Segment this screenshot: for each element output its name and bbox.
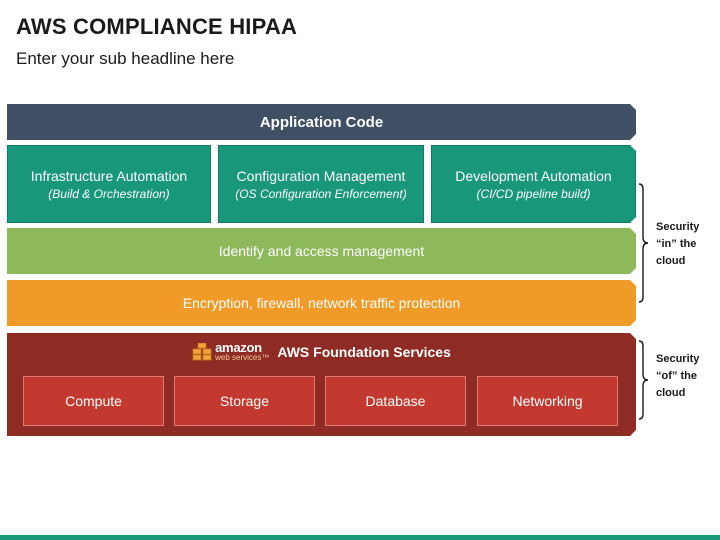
brace-of-cloud: [638, 340, 649, 420]
identity-access-layer: Identify and access management: [7, 228, 636, 274]
security-of-cloud-label: Security “of” the cloud: [656, 351, 699, 402]
amazon-web-services-logo: amazon web services™: [192, 341, 269, 362]
infrastructure-automation-box: Infrastructure Automation (Build & Orche…: [7, 145, 211, 223]
label-line: Security: [656, 353, 700, 365]
page-subtitle: Enter your sub headline here: [16, 49, 235, 68]
box-subtitle: (Build & Orchestration): [48, 186, 170, 201]
brace-in-cloud: [638, 183, 649, 303]
security-in-cloud-label: Security “in” the cloud: [656, 219, 699, 270]
foundation-header: amazon web services™ AWS Foundation Serv…: [7, 341, 636, 362]
configuration-management-box: Configuration Management (OS Configurati…: [218, 145, 424, 223]
box-title: Configuration Management: [236, 167, 406, 184]
label-line: cloud: [656, 387, 686, 399]
label-line: cloud: [656, 255, 686, 267]
foundation-title: AWS Foundation Services: [277, 343, 451, 360]
box-subtitle: (CI/CD pipeline build): [476, 186, 591, 201]
development-automation-box: Development Automation (CI/CD pipeline b…: [431, 145, 636, 223]
footer-accent-bar: [0, 535, 720, 540]
label-line: Security: [656, 221, 700, 233]
logo-subword: web services™: [215, 353, 270, 362]
label-line: “in” the: [656, 238, 697, 250]
aws-foundation-layer: amazon web services™ AWS Foundation Serv…: [7, 333, 636, 436]
encryption-layer: Encryption, firewall, network traffic pr…: [7, 280, 636, 326]
aws-cubes-icon: [192, 343, 212, 361]
box-subtitle: (OS Configuration Enforcement): [235, 186, 407, 201]
service-compute: Compute: [23, 376, 164, 426]
box-title: Infrastructure Automation: [30, 167, 188, 184]
service-database: Database: [325, 376, 466, 426]
service-networking: Networking: [477, 376, 618, 426]
application-code-layer: Application Code: [7, 104, 636, 140]
page-title: AWS COMPLIANCE HIPAA: [16, 14, 298, 39]
service-storage: Storage: [174, 376, 315, 426]
label-line: “of” the: [656, 370, 697, 382]
box-title: Development Automation: [455, 167, 612, 184]
